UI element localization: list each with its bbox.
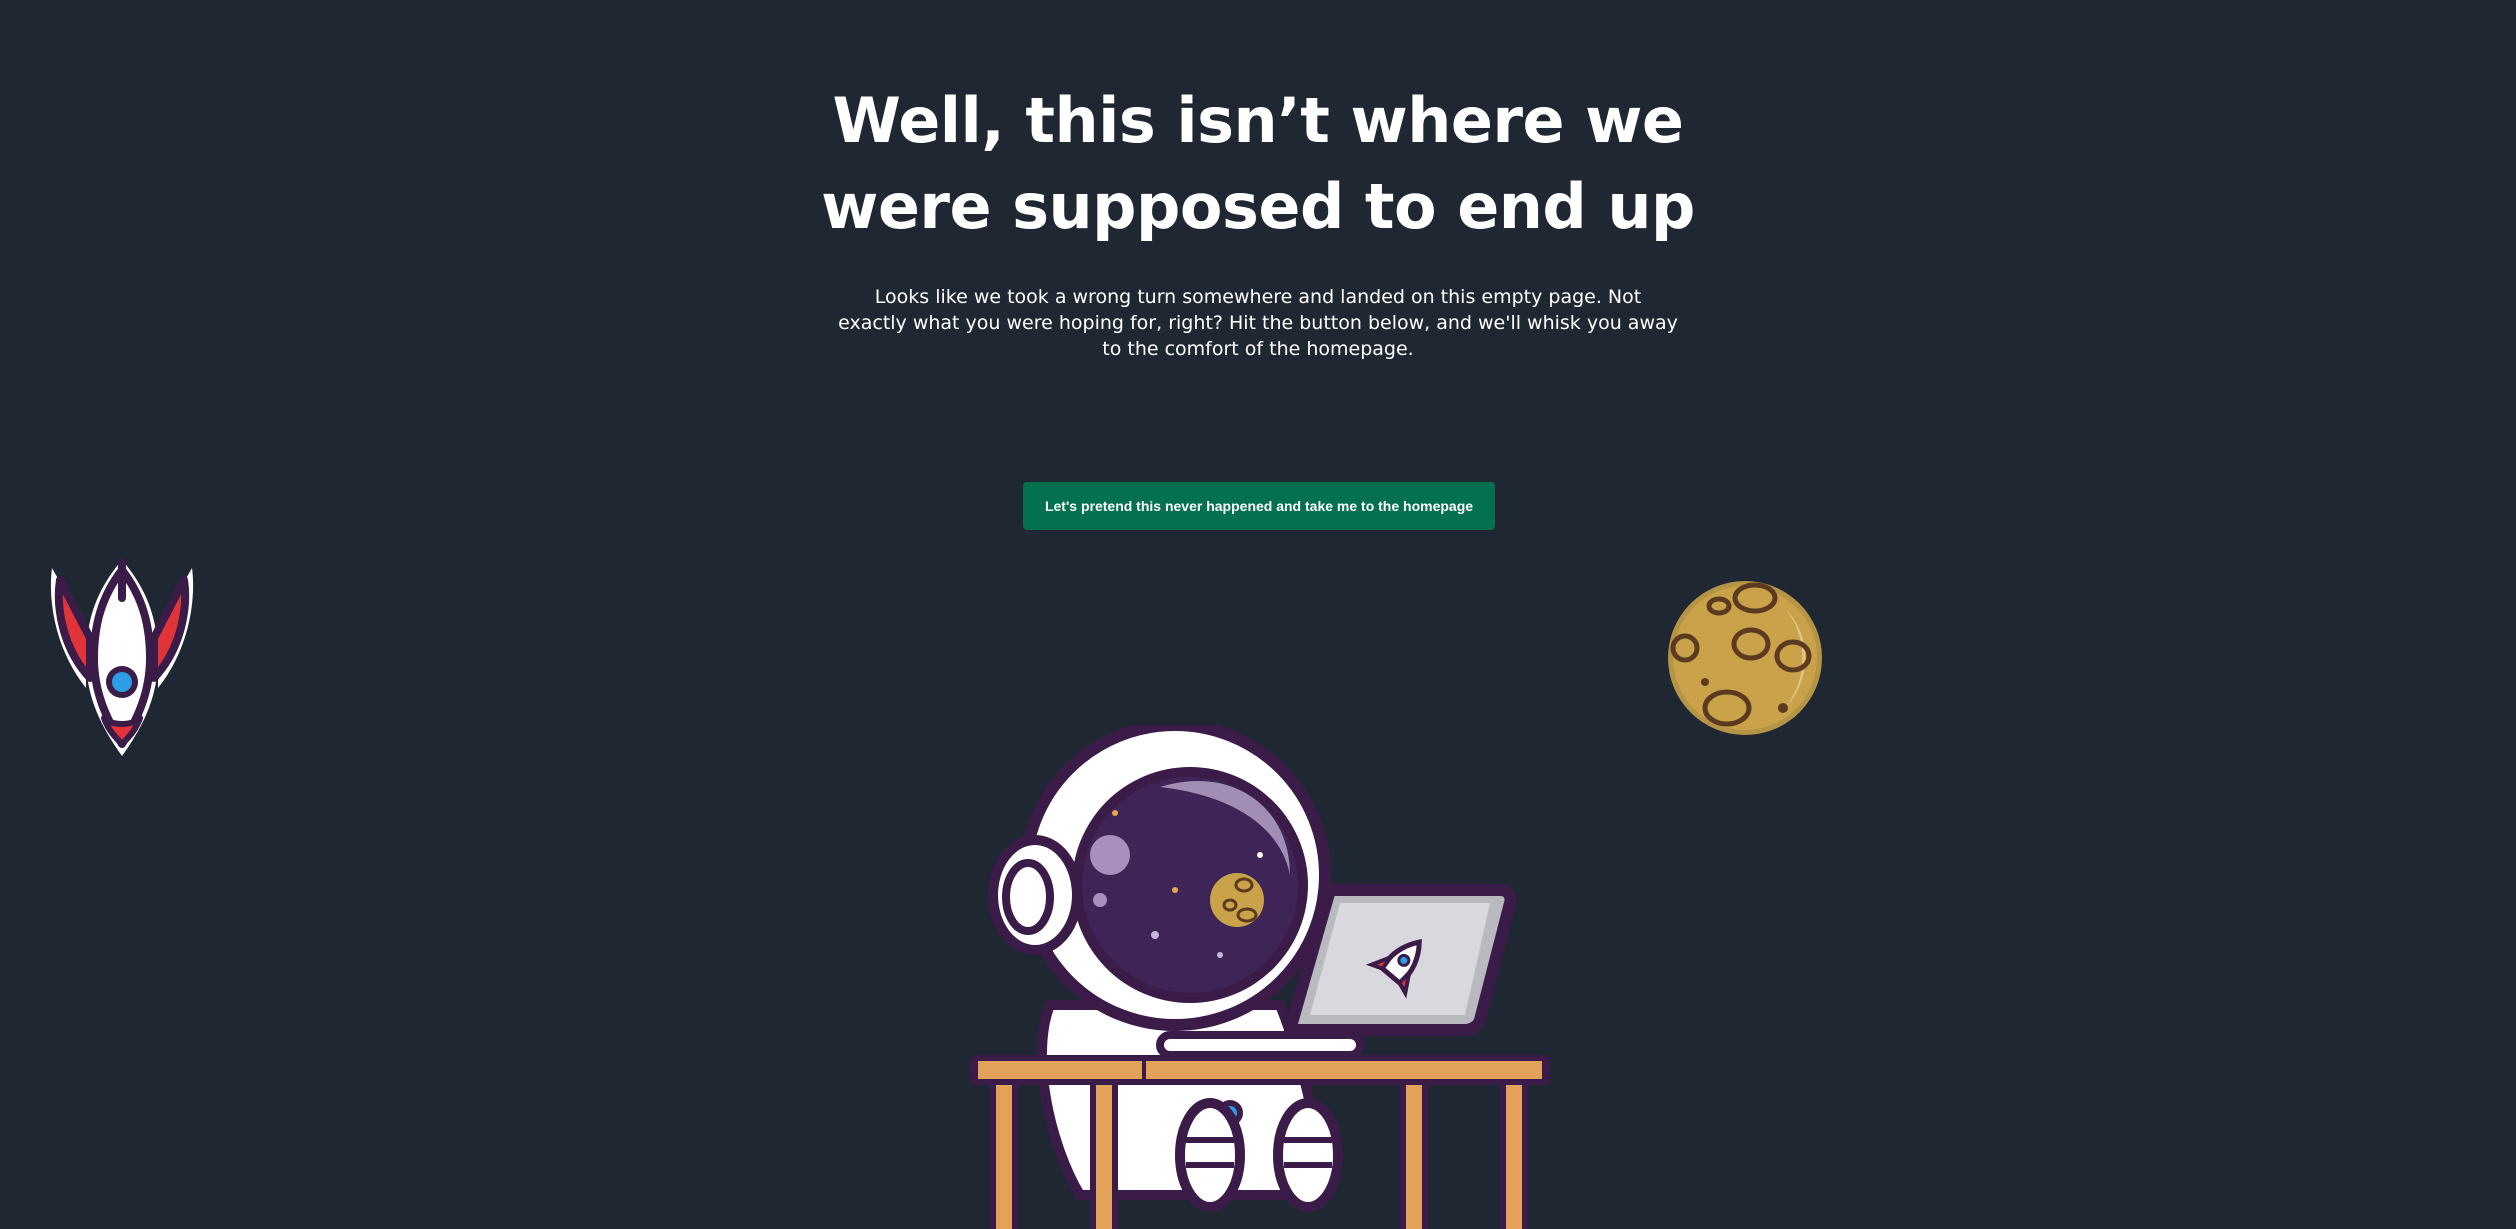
page-title: Well, this isn’t where we were supposed … [0,78,2516,250]
rocket-icon [50,558,194,756]
page-description: Looks like we took a wrong turn somewher… [838,286,1678,360]
not-found-page: Well, this isn’t where we were supposed … [0,0,2516,1229]
page-title-line-2: were supposed to end up [821,170,1695,243]
astronaut-laptop-illustration [970,725,1550,1229]
page-title-line-1: Well, this isn’t where we [832,84,1684,157]
homepage-button[interactable]: Let's pretend this never happened and ta… [1023,482,1495,530]
moon-icon [1668,581,1822,735]
